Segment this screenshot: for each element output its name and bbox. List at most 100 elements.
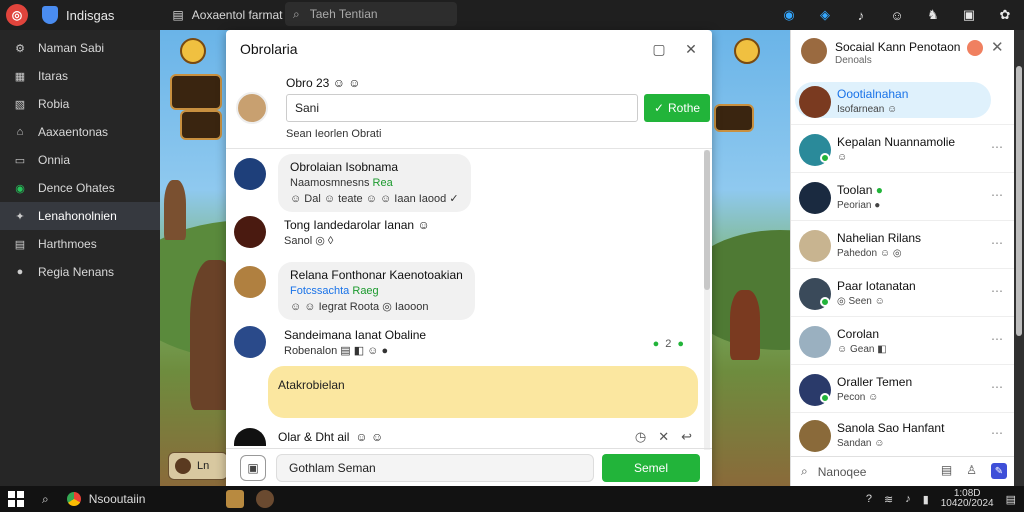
message[interactable]: Sandeimana Ianat Obaline Robenalon ▤ ◧ ☺… — [234, 322, 694, 366]
message-bubble: Relana Fonthonar Kaenotoakian Fotcssacht… — [278, 262, 475, 320]
wifi-icon[interactable]: ≋ — [884, 493, 893, 506]
bell-icon[interactable]: ♪ — [850, 4, 872, 26]
list-icon[interactable]: ▤ — [941, 463, 952, 479]
contact-item[interactable]: Sanola Sao Hanfant Sandan ☺ ⋯ — [791, 412, 1015, 459]
contact-search-label: Nanoqee — [817, 464, 867, 479]
breadcrumb[interactable]: ▤ Aoxaentol farmat — [172, 8, 282, 22]
game-app-icon[interactable] — [226, 490, 244, 508]
sidebar-item-3[interactable]: ⌂ Aaxaentonas — [0, 118, 160, 146]
contact-item[interactable]: Oootialnahan Isofarnean ☺ — [791, 78, 1015, 125]
contact-name: Toolan ● — [837, 183, 883, 197]
sidebar-item-5[interactable]: ◉ Dence Ohates — [0, 174, 160, 202]
clock-icon[interactable]: ◷ — [635, 429, 646, 445]
more-icon[interactable]: ⋯ — [991, 140, 1003, 154]
message-input[interactable]: Gothlam Seman — [276, 454, 594, 482]
brand[interactable]: Indisgas — [42, 6, 114, 24]
contacts-footer: ⌕ Nanoqee ▤ ♙ ✎ — [791, 456, 1015, 486]
more-icon[interactable]: ⋯ — [991, 284, 1003, 298]
reaction-icon: ● — [652, 338, 660, 350]
shield-icon[interactable]: ◈ — [814, 4, 836, 26]
app-name: Indisgas — [66, 7, 115, 23]
hud-panel — [170, 74, 222, 110]
close-icon[interactable]: ✕ — [682, 40, 700, 58]
search-icon: ⌕ — [293, 6, 300, 21]
emoji-icon[interactable] — [967, 40, 983, 56]
sidebar-item-7[interactable]: ▤ Harthmoes — [0, 230, 160, 258]
contact-status: ☺ — [837, 152, 848, 163]
taskbar-browser[interactable]: Nsooutaiin — [66, 492, 145, 506]
sidebar-item-1[interactable]: ▦ Itaras — [0, 62, 160, 90]
more-icon[interactable]: ⋯ — [991, 188, 1003, 202]
sidebar-item-4[interactable]: ▭ Onnia — [0, 146, 160, 174]
bag-icon: ▦ — [14, 70, 26, 83]
more-icon[interactable]: ⋯ — [991, 236, 1003, 250]
search-input[interactable]: ⌕ Taeh Tentian — [285, 2, 457, 26]
message[interactable]: Obrolaian Isobnama Naamosmnesns Rea ☺ Da… — [234, 154, 694, 212]
contact-item[interactable]: Toolan ● Peorian ● ⋯ — [791, 174, 1015, 221]
highlight-bubble[interactable]: Atakrobielan — [268, 366, 698, 418]
search-icon[interactable]: ⌕ — [42, 492, 49, 507]
app-logo[interactable]: ◎ — [6, 4, 28, 26]
online-badge — [820, 297, 830, 307]
share-icon[interactable]: ✕ — [658, 429, 669, 445]
message[interactable]: Relana Fonthonar Kaenotoakian Fotcssacht… — [234, 262, 694, 320]
composer-input[interactable]: Sani — [286, 94, 638, 122]
avatar — [234, 428, 266, 446]
avatar-icon[interactable]: ♞ — [922, 4, 944, 26]
message-actions[interactable]: ● 2 ● — [653, 338, 684, 350]
message-author: Sandeimana Ianat Obaline — [284, 328, 427, 342]
message[interactable]: Olar & Dht ail ☺ ☺ ◷ ✕ ↩ — [234, 428, 704, 446]
search-icon: ⌕ — [801, 464, 808, 478]
emoji-icon: ☺ ☺ — [355, 430, 384, 444]
game-character — [164, 180, 186, 240]
menu-icon[interactable]: ▣ — [958, 4, 980, 26]
contact-search[interactable]: ⌕ Nanoqee — [801, 464, 866, 479]
start-button[interactable] — [8, 491, 24, 507]
post-button[interactable]: ✓ Rothe — [644, 94, 710, 122]
avatar-app-icon[interactable] — [256, 490, 274, 508]
sidebar-item-8[interactable]: ● Regia Nenans — [0, 258, 160, 286]
sidebar-item-2[interactable]: ▧ Robia — [0, 90, 160, 118]
messenger-icon[interactable]: ◉ — [778, 4, 800, 26]
notification-icon[interactable]: ▤ — [1006, 493, 1016, 506]
page-scrollbar[interactable] — [1014, 30, 1024, 486]
sidebar-item-6[interactable]: ✦ Lenahonolnien — [0, 202, 160, 230]
user-icon[interactable]: ♙ — [966, 463, 977, 479]
contact-item[interactable]: Nahelian Rilans Pahedon ☺ ◎ ⋯ — [791, 222, 1015, 269]
more-icon[interactable]: ⋯ — [991, 426, 1003, 440]
contact-item[interactable]: Corolan ☺ Gean ◧ ⋯ — [791, 318, 1015, 365]
avatar — [175, 458, 191, 474]
contact-item[interactable]: Paar Iotanatan ◎ Seen ☺ ⋯ — [791, 270, 1015, 317]
attach-icon[interactable]: ▣ — [240, 455, 266, 481]
close-icon[interactable]: ✕ — [991, 38, 1004, 56]
volume-icon[interactable]: ♪ — [905, 493, 911, 505]
battery-icon[interactable]: ▮ — [923, 493, 929, 506]
sidebar-item-0[interactable]: ⚙ Naman Sabi — [0, 34, 160, 62]
help-icon[interactable]: ? — [866, 493, 872, 505]
more-icon[interactable]: ⋯ — [991, 332, 1003, 346]
game-chip[interactable]: Ln — [168, 452, 228, 480]
chat-scrollbar[interactable] — [704, 150, 710, 450]
message[interactable]: Tong Iandedarolar Ianan ☺ Sanol ◎ ◊ — [234, 212, 694, 262]
contact-status: Isofarnean ☺ — [837, 104, 898, 115]
settings-icon[interactable]: ✿ — [994, 4, 1016, 26]
contact-name: Paar Iotanatan — [837, 279, 916, 293]
minimize-icon[interactable]: ▢ — [650, 40, 668, 58]
contact-item[interactable]: Kepalan Nuannamolie ☺ ⋯ — [791, 126, 1015, 173]
more-icon[interactable]: ⋯ — [991, 380, 1003, 394]
clock[interactable]: 1:08D 10420/2024 — [941, 489, 994, 509]
message-text-a: Robenalon — [284, 345, 338, 357]
check-icon: ✓ — [653, 101, 665, 115]
scrollbar-thumb[interactable] — [1016, 66, 1022, 336]
contact-name: Nahelian Rilans — [837, 231, 922, 245]
emoji-icon[interactable]: ☺ — [886, 4, 908, 26]
contact-name: Sanola Sao Hanfant — [837, 421, 945, 435]
reply-icon[interactable]: ↩ — [681, 429, 692, 445]
contact-item[interactable]: Oraller Temen Pecon ☺ ⋯ — [791, 366, 1015, 413]
message-author: Tong Iandedarolar Ianan ☺ — [284, 217, 430, 233]
contact-status: Sandan ☺ — [837, 438, 885, 449]
compose-icon[interactable]: ✎ — [991, 463, 1007, 479]
send-button[interactable]: Semel — [602, 454, 700, 482]
scrollbar-thumb[interactable] — [704, 150, 710, 290]
check-icon: ● — [677, 338, 684, 350]
